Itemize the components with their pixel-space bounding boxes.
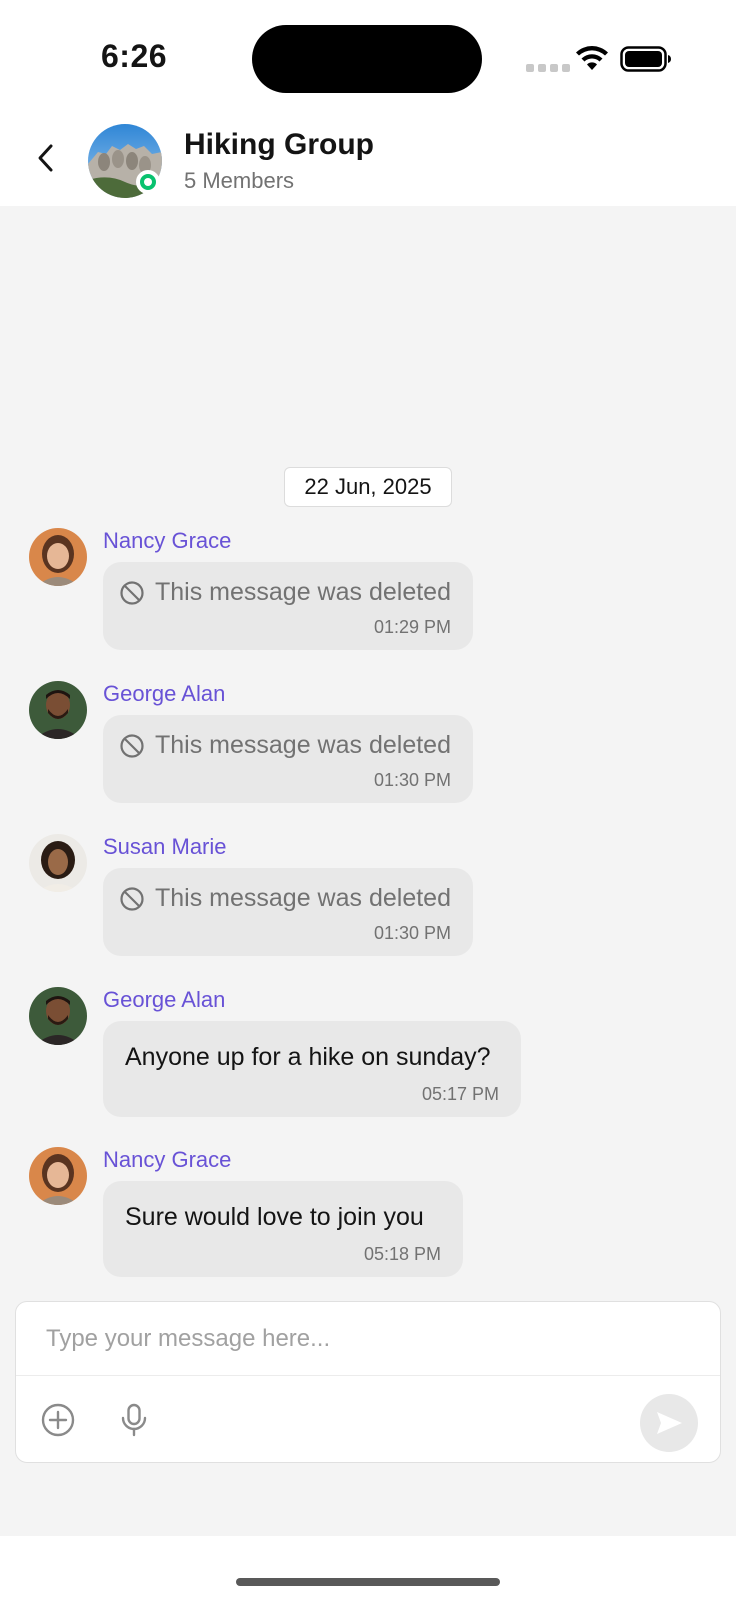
- message-text: Anyone up for a hike on sunday?: [125, 1043, 491, 1071]
- message-composer: [15, 1301, 721, 1463]
- group-name[interactable]: Hiking Group: [184, 128, 374, 162]
- date-separator: 22 Jun, 2025: [284, 467, 452, 507]
- message-bubble[interactable]: This message was deleted 01:29 PM: [103, 562, 473, 650]
- message-text: This message was deleted: [155, 884, 451, 912]
- sender-name: Nancy Grace: [103, 1147, 232, 1172]
- avatar-susan-marie[interactable]: [29, 834, 87, 892]
- cellular-signal-icon: [526, 64, 570, 72]
- status-time: 6:26: [101, 38, 168, 74]
- avatar-nancy-grace[interactable]: [29, 1147, 87, 1205]
- message-time: 05:18 PM: [363, 1244, 441, 1264]
- composer-divider: [16, 1375, 720, 1376]
- avatar-george-alan[interactable]: [29, 681, 87, 739]
- sender-name: George Alan: [103, 681, 226, 706]
- message-bubble[interactable]: Anyone up for a hike on sunday? 05:17 PM: [103, 1021, 521, 1117]
- home-indicator: [236, 1578, 500, 1586]
- plus-circle-icon[interactable]: [40, 1402, 76, 1438]
- send-icon: [657, 1412, 682, 1434]
- message-time: 05:17 PM: [421, 1084, 499, 1104]
- message-text: Sure would love to join you: [125, 1203, 424, 1231]
- message-bubble[interactable]: This message was deleted 01:30 PM: [103, 868, 473, 956]
- sender-name: Susan Marie: [103, 834, 227, 859]
- message-time: 01:29 PM: [373, 617, 451, 637]
- battery-icon: [620, 46, 671, 72]
- online-status-indicator: [136, 170, 160, 194]
- message-text: This message was deleted: [155, 731, 451, 759]
- member-count[interactable]: 5 Members: [184, 168, 294, 194]
- dynamic-island: [252, 25, 482, 93]
- microphone-icon[interactable]: [116, 1402, 152, 1438]
- send-button[interactable]: [640, 1394, 698, 1452]
- message-text: This message was deleted: [155, 578, 451, 606]
- chevron-left-icon[interactable]: [26, 138, 66, 178]
- avatar-george-alan[interactable]: [29, 987, 87, 1045]
- ban-icon: [120, 580, 144, 605]
- ban-icon: [120, 733, 144, 758]
- ban-icon: [120, 886, 144, 911]
- sender-name: George Alan: [103, 987, 226, 1012]
- chat-header: Hiking Group 5 Members: [0, 110, 736, 206]
- message-time: 01:30 PM: [373, 923, 451, 943]
- status-bar: 6:26: [0, 0, 736, 110]
- message-time: 01:30 PM: [373, 770, 451, 790]
- wifi-icon: [576, 46, 608, 70]
- avatar-nancy-grace[interactable]: [29, 528, 87, 586]
- message-input[interactable]: [16, 1302, 720, 1375]
- sender-name: Nancy Grace: [103, 528, 232, 553]
- message-bubble[interactable]: This message was deleted 01:30 PM: [103, 715, 473, 803]
- message-bubble[interactable]: Sure would love to join you 05:18 PM: [103, 1181, 463, 1277]
